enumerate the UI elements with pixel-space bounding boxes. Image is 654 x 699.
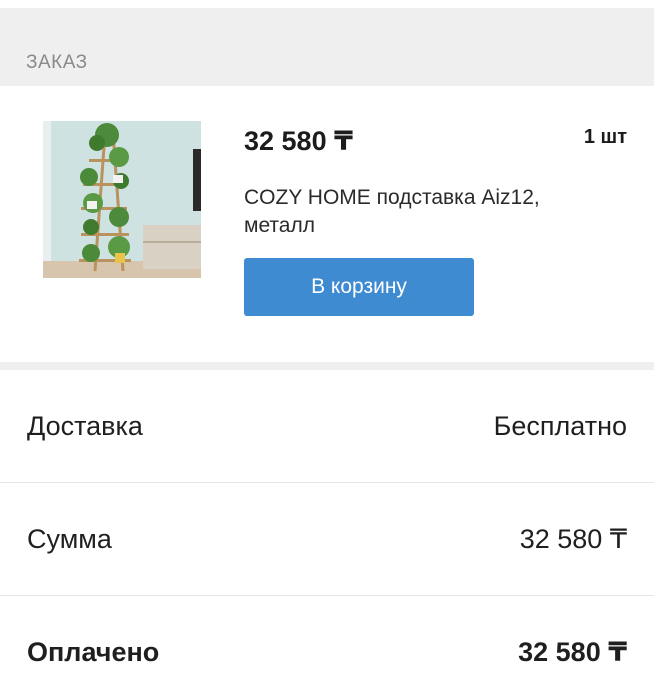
total-row: Сумма 32 580 ₸: [0, 483, 654, 596]
total-value: 32 580 ₸: [519, 523, 627, 554]
total-label: Сумма: [27, 523, 112, 554]
product-price: 32 580 ₸: [244, 126, 353, 156]
product-image[interactable]: [43, 121, 201, 278]
delivery-label: Доставка: [27, 410, 143, 441]
delivery-value: Бесплатно: [493, 410, 627, 441]
paid-row: Оплачено 32 580 ₸: [0, 596, 654, 699]
paid-label: Оплачено: [27, 637, 160, 667]
delivery-row: Доставка Бесплатно: [0, 370, 654, 483]
order-section-title: ЗАКАЗ: [26, 52, 88, 73]
section-divider: [0, 362, 654, 370]
plant-stand-illustration: [43, 121, 201, 278]
add-to-cart-button[interactable]: В корзину: [244, 258, 474, 316]
paid-value: 32 580 ₸: [518, 637, 627, 667]
order-item-card: 32 580 ₸ 1 шт COZY HOME подставка Aiz12,…: [0, 86, 654, 362]
top-strip: [0, 0, 654, 8]
order-section-header: ЗАКАЗ: [0, 8, 654, 86]
product-quantity: 1 шт: [583, 126, 627, 148]
product-title[interactable]: COZY HOME подставка Aiz12, металл: [244, 184, 604, 240]
